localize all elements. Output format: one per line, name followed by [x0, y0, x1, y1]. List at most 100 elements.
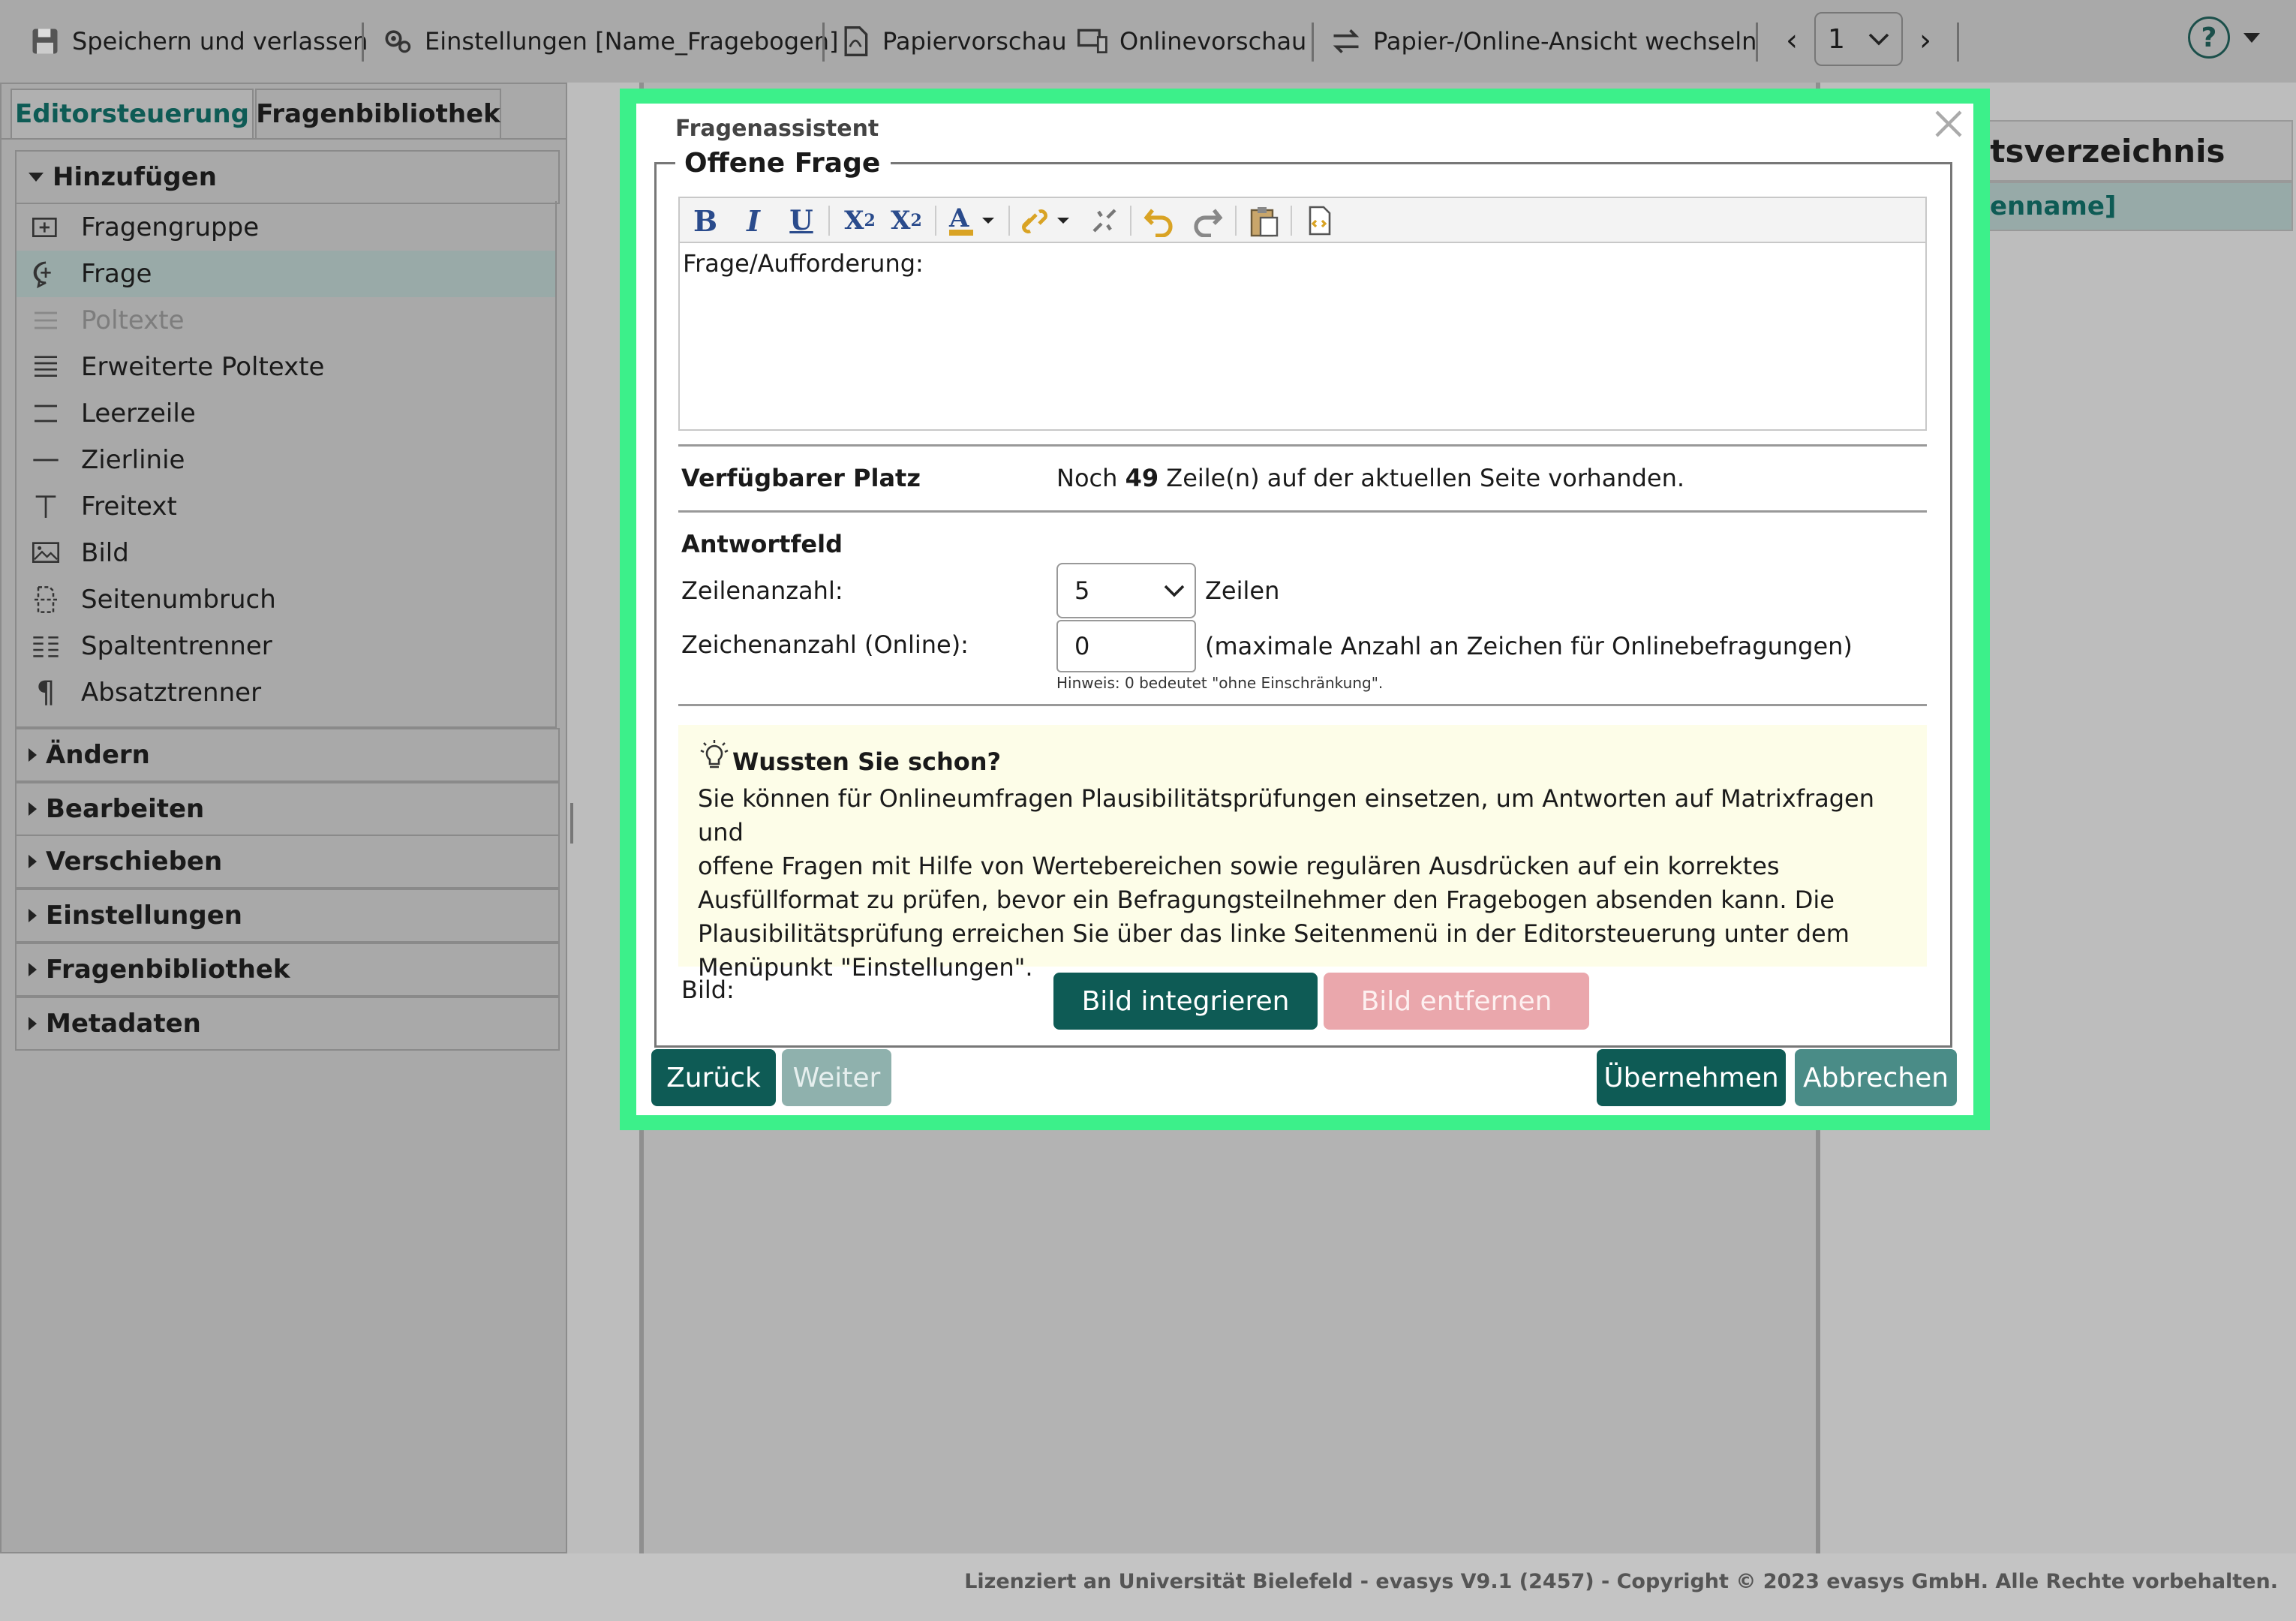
- paste-icon[interactable]: [1244, 203, 1283, 239]
- answer-field-heading: Antwortfeld: [681, 530, 843, 558]
- menu-item-label: Bild: [81, 538, 129, 568]
- rows-select-value: 5: [1074, 576, 1090, 605]
- add-page-break[interactable]: Seitenumbruch: [17, 576, 555, 623]
- paper-preview-label: Papiervorschau: [882, 27, 1067, 56]
- add-column-separator[interactable]: Spaltentrenner: [17, 623, 555, 669]
- online-preview-button[interactable]: Onlinevorschau: [1076, 17, 1306, 66]
- license-text: Lizenziert an Universität Bielefeld - ev…: [964, 1570, 2278, 1593]
- cancel-button[interactable]: Abbrechen: [1795, 1049, 1957, 1106]
- switch-view-button[interactable]: Papier-/Online-Ansicht wechseln: [1330, 17, 1757, 66]
- settings-button[interactable]: Einstellungen [Name_Fragebogen]: [381, 17, 838, 66]
- add-empty-line[interactable]: Leerzeile: [17, 390, 555, 437]
- menu-item-label: Erweiterte Poltexte: [81, 352, 325, 382]
- page-select[interactable]: 1: [1814, 12, 1903, 66]
- page-select-value: 1: [1828, 23, 1845, 55]
- editor-placeholder: Frage/Aufforderung:: [683, 249, 924, 278]
- add-image[interactable]: Bild: [17, 530, 555, 576]
- add-decorative-line[interactable]: Zierlinie: [17, 437, 555, 483]
- pilcrow-icon: ¶: [36, 675, 56, 710]
- menu-item-label: Absatztrenner: [81, 678, 262, 708]
- section-label: Verschieben: [46, 847, 223, 877]
- fieldset-legend: Offene Frage: [675, 146, 891, 182]
- add-question[interactable]: Frage: [17, 251, 555, 297]
- divider: [678, 704, 1927, 706]
- menu-item-label: Leerzeile: [81, 398, 196, 429]
- underline-icon[interactable]: U: [783, 203, 819, 239]
- tab-label: Editorsteuerung: [15, 99, 249, 129]
- help-icon[interactable]: ?: [2188, 17, 2230, 59]
- text-icon: [29, 489, 63, 524]
- tab-label: Fragenbibliothek: [256, 99, 500, 129]
- add-pole-texts[interactable]: Poltexte: [17, 297, 555, 344]
- tip-line: Sie können für Onlineumfragen Plausibili…: [698, 784, 1874, 847]
- section-move[interactable]: Verschieben: [15, 835, 560, 889]
- tab-editor-control[interactable]: Editorsteuerung: [11, 89, 254, 138]
- devices-icon: [1077, 29, 1107, 54]
- available-space-text: Noch 49 Zeile(n) auf der aktuellen Seite…: [1056, 464, 1684, 492]
- section-metadata[interactable]: Metadaten: [15, 997, 560, 1051]
- section-change[interactable]: Ändern: [15, 728, 560, 782]
- add-extended-pole-texts[interactable]: Erweiterte Poltexte: [17, 344, 555, 390]
- remove-image-button[interactable]: Bild entfernen: [1324, 973, 1589, 1030]
- tip-box: Wussten Sie schon? Sie können für Online…: [678, 725, 1927, 982]
- available-prefix: Noch: [1056, 464, 1118, 492]
- caret-down-icon: [29, 173, 44, 182]
- caret-right-icon: [29, 748, 37, 762]
- subscript-icon[interactable]: X2: [839, 203, 881, 239]
- caret-right-icon: [29, 855, 37, 868]
- section-question-library[interactable]: Fragenbibliothek: [15, 943, 560, 997]
- toolbar-divider: [362, 23, 364, 62]
- source-code-icon[interactable]: [1300, 203, 1339, 239]
- italic-icon[interactable]: I: [735, 203, 771, 239]
- add-paragraph-separator[interactable]: ¶ Absatztrenner: [17, 669, 555, 716]
- pdf-file-icon: [844, 26, 868, 56]
- prev-page-button[interactable]: ‹: [1774, 23, 1810, 59]
- section-settings[interactable]: Einstellungen: [15, 889, 560, 943]
- lightbulb-icon: [698, 738, 731, 771]
- back-button[interactable]: Zurück: [651, 1049, 776, 1106]
- undo-icon[interactable]: [1139, 203, 1178, 239]
- unlink-icon[interactable]: [1085, 203, 1124, 239]
- paper-preview-button[interactable]: Papiervorschau: [839, 17, 1067, 66]
- add-question-group[interactable]: Fragengruppe: [17, 204, 555, 251]
- help-dropdown-icon[interactable]: [2243, 33, 2260, 43]
- caret-right-icon: [29, 909, 37, 922]
- image-label: Bild:: [681, 976, 735, 1004]
- toolbar-separator: [1008, 206, 1010, 236]
- available-suffix: Zeile(n) auf der aktuellen Seite vorhand…: [1166, 464, 1685, 492]
- chevron-down-icon: [1164, 585, 1185, 597]
- close-icon[interactable]: [1931, 107, 1966, 141]
- settings-label: Einstellungen [Name_Fragebogen]: [425, 27, 839, 56]
- tip-line: Plausibilitätsprüfung erreichen Sie über…: [698, 919, 1850, 948]
- chars-description: (maximale Anzahl an Zeichen für Onlinebe…: [1205, 632, 1853, 660]
- section-edit[interactable]: Bearbeiten: [15, 782, 560, 836]
- menu-item-label: Freitext: [81, 492, 177, 522]
- section-add[interactable]: Hinzufügen: [15, 150, 560, 204]
- rows-select[interactable]: 5: [1056, 563, 1196, 618]
- tip-text: Sie können für Onlineumfragen Plausibili…: [698, 782, 1921, 985]
- integrate-image-button[interactable]: Bild integrieren: [1053, 973, 1318, 1030]
- apply-button[interactable]: Übernehmen: [1597, 1049, 1786, 1106]
- menu-item-label: Seitenumbruch: [81, 585, 276, 615]
- speech-plus-icon: [29, 257, 63, 291]
- chars-input[interactable]: 0: [1056, 620, 1196, 672]
- toolbar-divider: [822, 23, 825, 62]
- bold-icon[interactable]: B: [687, 203, 723, 239]
- save-exit-button[interactable]: Speichern und verlassen: [29, 17, 368, 66]
- text-color-icon[interactable]: A: [942, 203, 1002, 239]
- section-label: Ändern: [46, 740, 150, 770]
- toolbar-separator: [1130, 206, 1131, 236]
- link-icon[interactable]: [1014, 203, 1077, 239]
- available-count: 49: [1125, 464, 1159, 492]
- tab-question-library[interactable]: Fragenbibliothek: [255, 89, 501, 138]
- panel-splitter-handle[interactable]: [570, 803, 573, 844]
- next-page-button[interactable]: ›: [1907, 23, 1943, 59]
- section-label: Metadaten: [46, 1009, 201, 1039]
- add-free-text[interactable]: Freitext: [17, 483, 555, 530]
- next-button[interactable]: Weiter: [782, 1049, 891, 1106]
- image-icon: [29, 536, 63, 570]
- superscript-icon[interactable]: X2: [885, 203, 927, 239]
- redo-icon[interactable]: [1189, 203, 1228, 239]
- question-text-editor[interactable]: Frage/Aufforderung:: [678, 243, 1927, 431]
- section-label: Bearbeiten: [46, 794, 205, 824]
